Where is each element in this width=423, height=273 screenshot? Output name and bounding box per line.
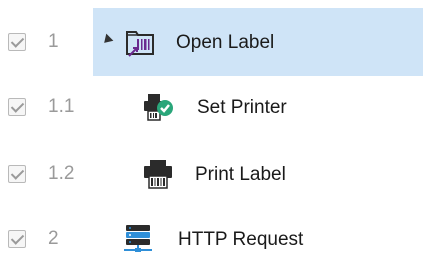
action-tree: 1 Open Label 1.1 Set Printer 1.2 Print L…	[0, 0, 423, 269]
tree-item-label: HTTP Request	[178, 229, 304, 250]
tree-item-label: Set Printer	[197, 97, 287, 118]
tree-row-http-request[interactable]: 2 HTTP Request	[0, 205, 423, 273]
print-label-icon	[142, 158, 174, 190]
enabled-checkbox[interactable]	[8, 33, 26, 51]
enabled-checkbox[interactable]	[8, 98, 26, 116]
step-number: 1.2	[48, 163, 75, 184]
step-number: 1	[48, 31, 59, 52]
tree-item-label: Print Label	[195, 164, 286, 185]
enabled-checkbox[interactable]	[8, 165, 26, 183]
tree-row-print-label[interactable]: 1.2 Print Label	[0, 140, 423, 208]
tree-item-label: Open Label	[176, 32, 275, 53]
tree-row-set-printer[interactable]: 1.1 Set Printer	[0, 73, 423, 141]
step-number: 2	[48, 228, 59, 249]
tree-row-open-label[interactable]: 1 Open Label	[0, 8, 423, 76]
set-printer-icon	[142, 91, 174, 123]
http-request-icon	[122, 223, 154, 255]
enabled-checkbox[interactable]	[8, 230, 26, 248]
step-number: 1.1	[48, 96, 75, 117]
open-label-icon	[124, 26, 156, 58]
